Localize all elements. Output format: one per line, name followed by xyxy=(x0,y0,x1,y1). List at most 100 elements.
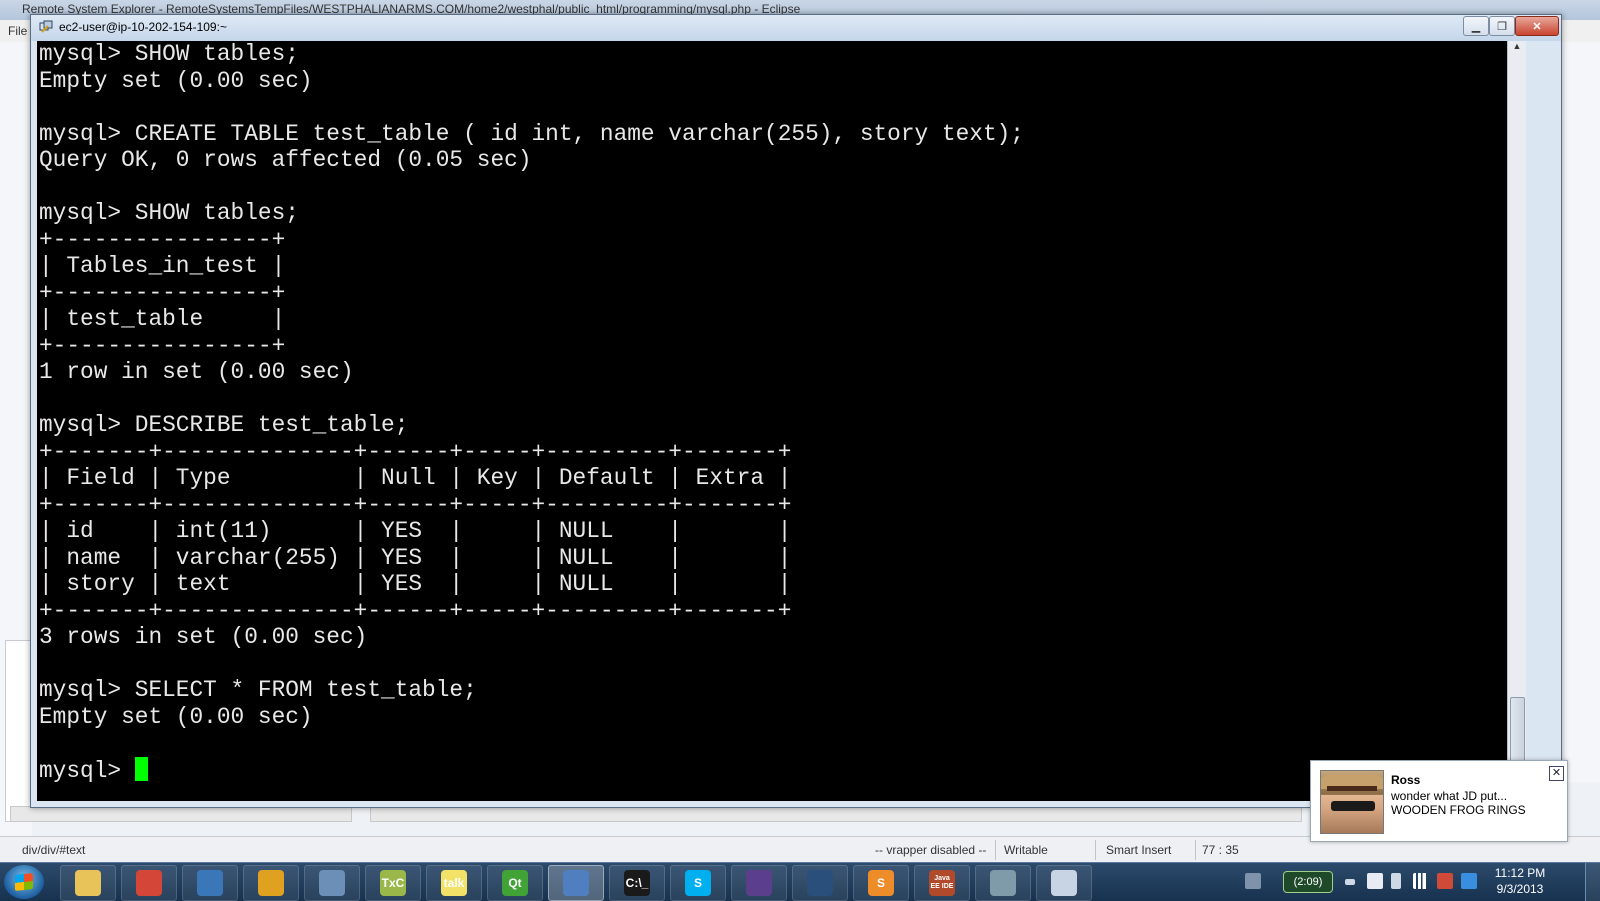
battery-timer-badge[interactable]: (2:09) xyxy=(1283,871,1333,893)
status-vrapper: -- vrapper disabled -- xyxy=(875,843,987,857)
explorer-icon xyxy=(75,870,101,896)
minimize-icon: ▁ xyxy=(1471,20,1481,33)
taskbar-button-chrome[interactable] xyxy=(121,865,177,901)
maximize-button[interactable]: ❐ xyxy=(1489,16,1515,36)
terminal-window[interactable]: ec2-user@ip-10-202-154-109:~ ▁ ❐ ✕ mysql… xyxy=(30,14,1562,808)
keyboard-icon[interactable] xyxy=(1245,873,1261,889)
sublime-icon: S xyxy=(868,870,894,896)
taskbar-button-folder[interactable] xyxy=(792,865,848,901)
status-writable: Writable xyxy=(1004,843,1048,857)
terminal-line: mysql> SELECT * FROM test_table; xyxy=(39,677,477,703)
terminal-line: +-------+--------------+------+-----+---… xyxy=(39,438,792,465)
terminal-cursor xyxy=(134,756,148,781)
terminal-line: mysql> CREATE TABLE test_table ( id int,… xyxy=(39,120,1024,147)
background-editor-scrollbar[interactable] xyxy=(370,806,1302,822)
taskbar-button-cmd[interactable]: C:\_ xyxy=(609,865,665,901)
close-button[interactable]: ✕ xyxy=(1515,16,1559,36)
status-insert-mode: Smart Insert xyxy=(1106,843,1172,857)
show-hidden-icons-icon[interactable] xyxy=(1345,879,1355,885)
terminal-line: mysql> SHOW tables; xyxy=(39,41,299,67)
terminal-line: Empty set (0.00 sec) xyxy=(39,703,313,730)
terminal-line: +-------+--------------+------+-----+---… xyxy=(39,491,792,518)
scroll-up-icon[interactable]: ▲ xyxy=(1508,41,1526,57)
taskbar-button-winamp[interactable] xyxy=(243,865,299,901)
chat-notification[interactable]: Ross wonder what JD put... WOODEN FROG R… xyxy=(1310,760,1568,842)
taskbar-button-paint[interactable] xyxy=(1036,865,1092,901)
terminal-prompt-line[interactable]: mysql> xyxy=(39,756,1024,784)
txc-icon: TxC xyxy=(380,870,406,896)
terminal-line: mysql> DESCRIBE test_table; xyxy=(39,412,409,438)
putty-icon xyxy=(39,20,53,33)
notification-close-button[interactable]: ✕ xyxy=(1549,766,1564,781)
hat-band-shape xyxy=(1327,786,1377,791)
terminal-line: Empty set (0.00 sec) xyxy=(39,67,313,94)
thunderbird-icon xyxy=(197,870,223,896)
winamp-icon xyxy=(258,870,284,896)
skype-icon: S xyxy=(685,870,711,896)
eclipse-icon xyxy=(746,870,772,896)
clock-time: 11:12 PM xyxy=(1494,866,1546,880)
menu-file[interactable]: File xyxy=(8,24,27,38)
putty-icon xyxy=(563,870,589,896)
taskbar-button-files[interactable] xyxy=(975,865,1031,901)
network-signal-icon[interactable] xyxy=(1413,873,1429,889)
files-icon xyxy=(990,870,1016,896)
minimize-button[interactable]: ▁ xyxy=(1463,16,1489,36)
taskbar: TxC talk Qt C:\_ S S Java EE IDE (2:09) 11:12 … xyxy=(0,862,1600,901)
taskbar-button-java-ee-ide[interactable]: Java EE IDE xyxy=(914,865,970,901)
taskbar-button-putty[interactable] xyxy=(548,865,604,901)
notification-message-line1: wonder what JD put... xyxy=(1391,789,1508,803)
java-ee-ide-icon: Java EE IDE xyxy=(929,870,955,896)
terminal-line: | name | varchar(255) | YES | | NULL | | xyxy=(39,544,792,571)
notification-message-line2: WOODEN FROG RINGS xyxy=(1391,803,1526,817)
sunglasses-shape xyxy=(1331,801,1375,811)
terminal-scrollbar[interactable]: ▲ ▼ xyxy=(1507,41,1526,801)
battery-icon[interactable] xyxy=(1391,873,1401,889)
volume-muted-icon[interactable] xyxy=(1437,873,1453,889)
taskbar-button-thunderbird[interactable] xyxy=(182,865,238,901)
taskbar-button-skype[interactable]: S xyxy=(670,865,726,901)
paint-icon xyxy=(1051,870,1077,896)
taskbar-button-explorer[interactable] xyxy=(60,865,116,901)
terminal-lines: mysql> SHOW tables; Empty set (0.00 sec) m… xyxy=(39,41,1024,784)
clock-date: 9/3/2013 xyxy=(1496,882,1544,896)
cmd-icon: C:\_ xyxy=(624,870,650,896)
terminal-line: | story | text | YES | | NULL | | xyxy=(39,571,792,597)
show-desktop-button[interactable] xyxy=(1585,863,1600,901)
security-icon xyxy=(319,870,345,896)
notification-sender: Ross xyxy=(1391,773,1421,787)
taskbar-button-sublime[interactable]: S xyxy=(853,865,909,901)
maximize-icon: ❐ xyxy=(1497,20,1507,33)
terminal-title: ec2-user@ip-10-202-154-109:~ xyxy=(59,20,227,34)
action-center-flag-icon[interactable] xyxy=(1367,873,1383,889)
terminal-titlebar[interactable]: ec2-user@ip-10-202-154-109:~ ▁ ❐ ✕ xyxy=(31,15,1561,41)
start-button[interactable] xyxy=(4,865,44,899)
terminal-prompt: mysql> xyxy=(39,757,135,784)
taskbar-button-qt[interactable]: Qt xyxy=(487,865,543,901)
status-cursor-position: 77 : 35 xyxy=(1202,843,1239,857)
terminal-line: 3 rows in set (0.00 sec) xyxy=(39,624,368,650)
taskbar-button-security[interactable] xyxy=(304,865,360,901)
gtalk-icon: talk xyxy=(441,870,467,896)
taskbar-button-gtalk[interactable]: talk xyxy=(426,865,482,901)
background-horizontal-scrollbar[interactable] xyxy=(10,806,352,822)
taskbar-button-txc[interactable]: TxC xyxy=(365,865,421,901)
terminal-line: | id | int(11) | YES | | NULL | | xyxy=(39,518,792,544)
dropbox-icon[interactable] xyxy=(1461,873,1477,889)
qt-icon: Qt xyxy=(502,870,528,896)
terminal-line: | test_table | xyxy=(39,306,286,332)
status-divider xyxy=(995,840,996,860)
folder-icon xyxy=(807,870,833,896)
chrome-icon xyxy=(136,870,162,896)
terminal-line: +----------------+ xyxy=(39,279,286,306)
terminal-line: mysql> SHOW tables; xyxy=(39,200,299,226)
terminal-output[interactable]: mysql> SHOW tables; Empty set (0.00 sec) m… xyxy=(37,41,1507,801)
taskbar-clock[interactable]: 11:12 PM 9/3/2013 xyxy=(1485,865,1555,897)
status-divider xyxy=(1195,840,1196,860)
taskbar-button-eclipse[interactable] xyxy=(731,865,787,901)
terminal-line: 1 row in set (0.00 sec) xyxy=(39,359,354,385)
